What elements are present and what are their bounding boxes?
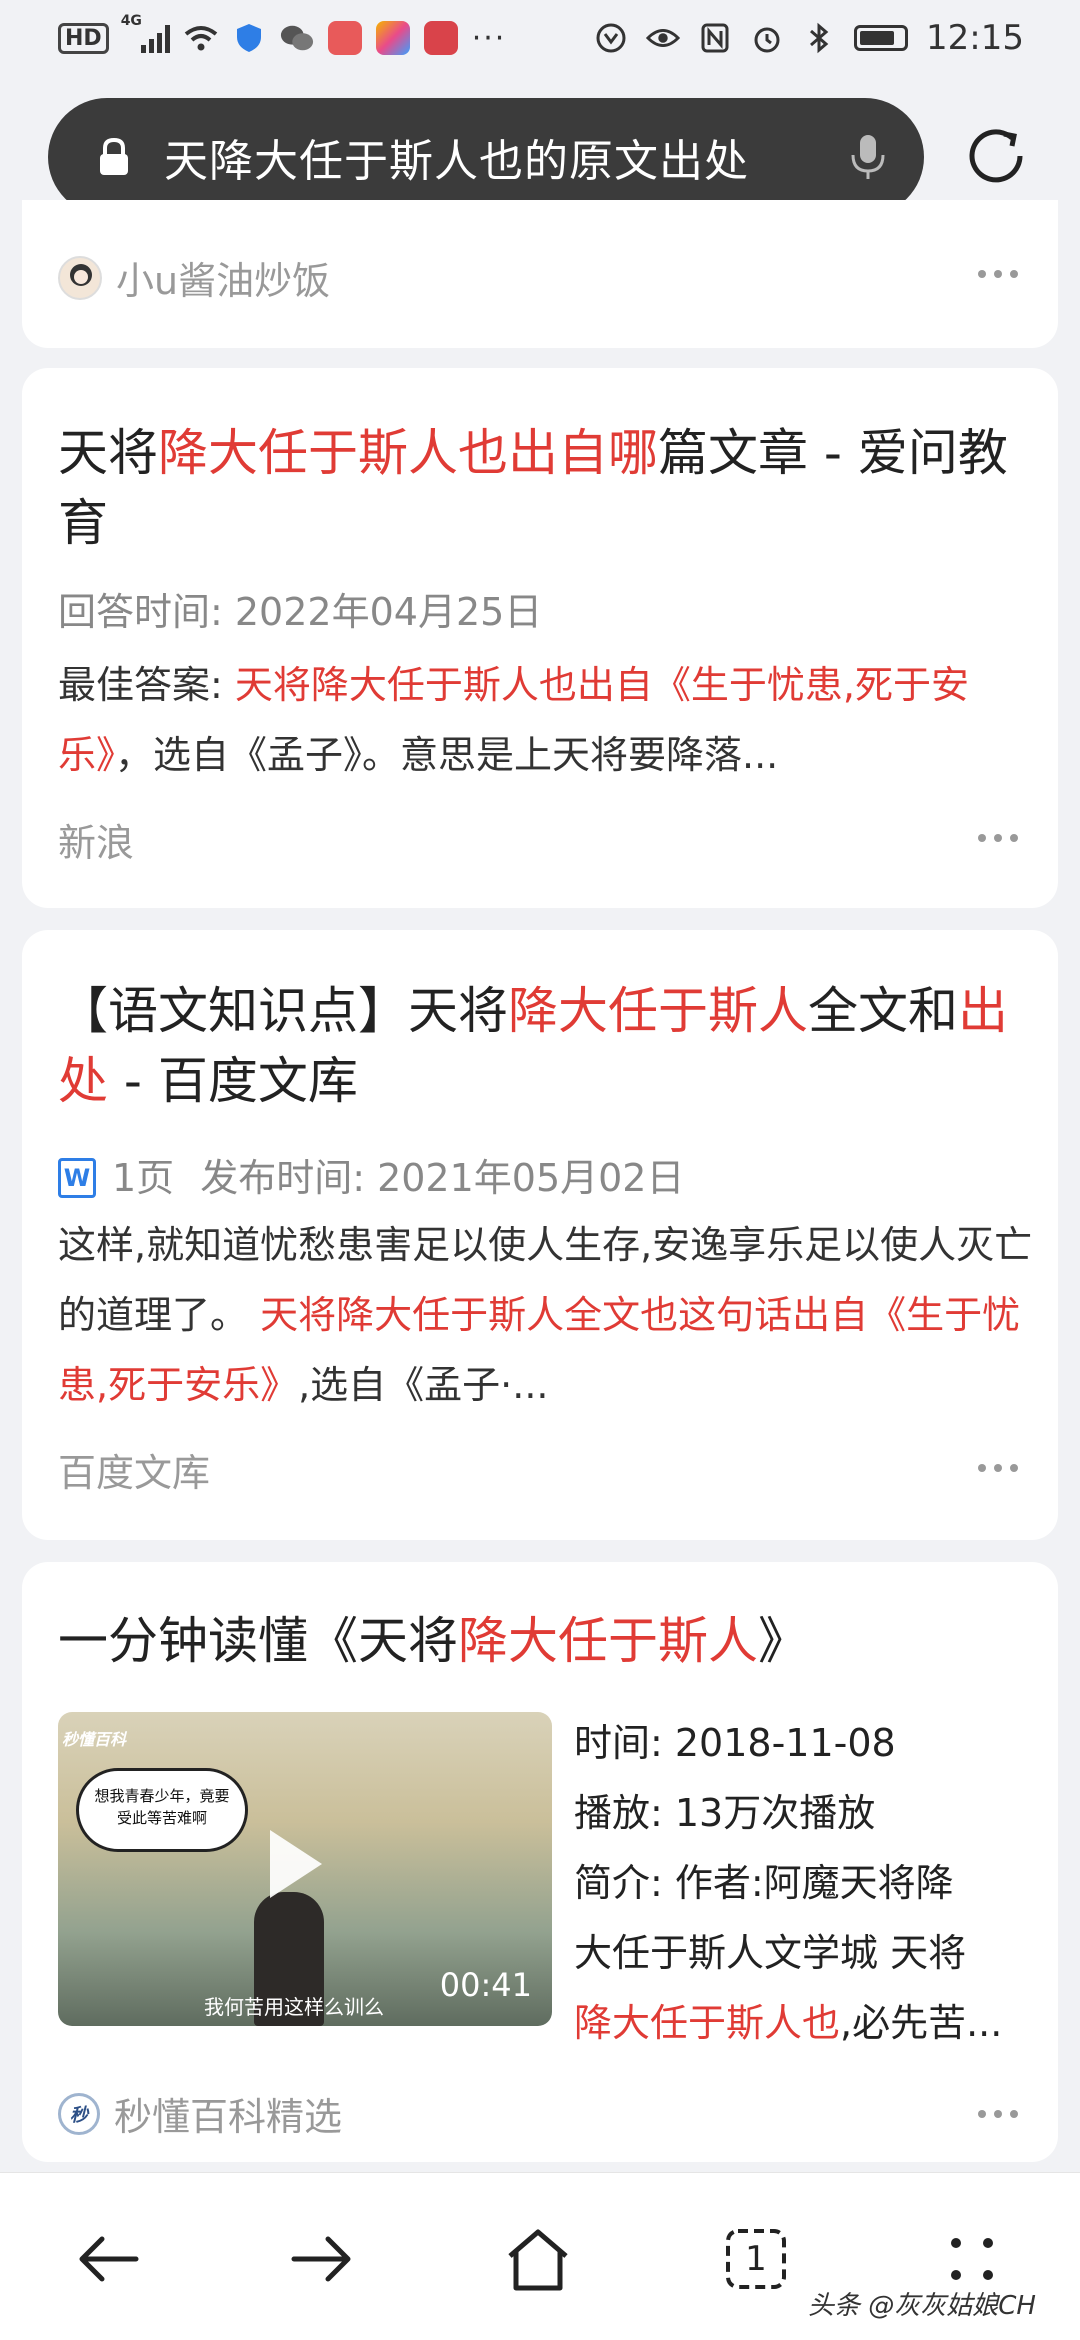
eye-icon: [646, 23, 681, 53]
video-intro-cont: 大任于斯人文学城 天将: [574, 1931, 967, 1975]
nfc-speed-icon: [594, 23, 628, 53]
speech-bubble: 想我青春少年，竟要受此等苦难啊: [76, 1768, 248, 1852]
video-info: 时间: 2018-11-08 播放: 13万次播放 简介: 作者:阿魔天将降 大…: [574, 1708, 1034, 2058]
author-avatar: [58, 255, 102, 300]
result-source[interactable]: 百度文库: [58, 1442, 210, 1497]
clock: 12:15: [926, 18, 1024, 58]
more-options-icon[interactable]: [978, 1464, 1018, 1476]
more-options-icon[interactable]: [978, 834, 1018, 846]
result-source[interactable]: 小u酱油炒饭: [58, 250, 330, 305]
answer-text: ，选自《孟子》。意思是上天将要降落...: [115, 733, 779, 777]
result-card-3[interactable]: 一分钟读懂《天将降大任于斯人》 秒懂百科 想我青春少年，竟要受此等苦难啊 我何苦…: [22, 1562, 1058, 2162]
best-answer-label: 最佳答案:: [58, 663, 235, 707]
signal-icon: 4G: [121, 13, 170, 53]
doc-meta: W 1页 发布时间: 2021年05月02日: [58, 1152, 684, 1204]
shield-icon: [232, 23, 266, 53]
alarm-icon: [750, 23, 784, 53]
result-title[interactable]: 天将降大任于斯人也出自哪篇文章 - 爱问教育: [58, 418, 1018, 558]
best-answer: 最佳答案: 天将降大任于斯人也出自《生于忧患,死于安乐》，选自《孟子》。意思是上…: [58, 650, 1024, 790]
microphone-icon[interactable]: [848, 131, 888, 183]
video-thumbnail[interactable]: 秒懂百科 想我青春少年，竟要受此等苦难啊 我何苦用这样么训么 00:41: [58, 1712, 552, 2026]
title-segment: - 百度文库: [108, 1052, 358, 1110]
intro-highlight: 降大任于斯人也: [574, 2001, 841, 2045]
lock-icon: [96, 137, 132, 177]
search-query[interactable]: 天降大任于斯人也的原文出处: [164, 125, 848, 189]
more-options-icon[interactable]: [978, 270, 1018, 282]
video-subtitle: 我何苦用这样么训么: [204, 1995, 384, 2019]
play-icon[interactable]: [270, 1830, 322, 1898]
video-time: 时间: 2018-11-08: [574, 1721, 896, 1765]
word-doc-icon: W: [58, 1158, 96, 1198]
more-options-icon[interactable]: [978, 2110, 1018, 2122]
search-box[interactable]: 天降大任于斯人也的原文出处: [48, 98, 924, 216]
result-title[interactable]: 【语文知识点】天将降大任于斯人全文和出处 - 百度文库: [58, 976, 1018, 1116]
status-bar: HD 4G ··· 12:15: [0, 0, 1080, 76]
source-badge-icon: 秒: [58, 2092, 100, 2135]
tab-count: 1: [745, 2239, 767, 2279]
bottom-navigation: 1 头条 @灰灰姑娘CH: [0, 2172, 1080, 2340]
watermark: 头条 @灰灰姑娘CH: [808, 2291, 1036, 2321]
refresh-icon[interactable]: [960, 120, 1032, 192]
menu-dots-icon: [951, 2238, 993, 2280]
arrow-left-icon: [79, 2236, 139, 2282]
source-name: 秒懂百科精选: [114, 2095, 343, 2139]
app-icon-red: [327, 21, 362, 55]
app-icon-heart: [423, 21, 458, 55]
wifi-icon: [184, 23, 218, 53]
result-source[interactable]: 新浪: [58, 812, 134, 867]
tabs-button[interactable]: 1: [720, 2223, 792, 2295]
source-name: 小u酱油炒饭: [116, 259, 331, 303]
video-intro-end: 降大任于斯人也,必先苦...: [574, 1988, 1034, 2058]
nfc-icon: [698, 23, 732, 53]
result-title[interactable]: 一分钟读懂《天将降大任于斯人》: [58, 1606, 1038, 1676]
network-type: 4G: [120, 13, 142, 29]
publish-time: 发布时间: 2021年05月02日: [200, 1156, 685, 1200]
back-button[interactable]: [72, 2223, 144, 2295]
result-source[interactable]: 秒 秒懂百科精选: [58, 2086, 342, 2141]
title-segment: 全文和: [808, 982, 958, 1040]
answer-time: 回答时间: 2022年04月25日: [58, 590, 543, 634]
forward-button[interactable]: [286, 2223, 358, 2295]
title-segment: 天将: [58, 424, 158, 482]
source-name: 新浪: [58, 821, 135, 865]
page-count: 1页: [112, 1156, 175, 1200]
video-plays: 播放: 13万次播放: [574, 1791, 876, 1835]
title-segment: 【语文知识点】天将: [58, 982, 508, 1040]
wechat-icon: [280, 23, 314, 53]
battery-icon: [854, 25, 909, 51]
title-segment: 一分钟读懂《天将: [58, 1612, 458, 1670]
result-snippet: 这样,就知道忧愁患害足以使人生存,安逸享乐足以使人灭亡的道理了。 天将降大任于斯…: [58, 1210, 1038, 1420]
more-notifications-icon: ···: [471, 20, 507, 56]
result-card-1[interactable]: 天将降大任于斯人也出自哪篇文章 - 爱问教育 回答时间: 2022年04月25日…: [22, 368, 1058, 908]
home-icon: [508, 2229, 568, 2291]
video-intro: 简介: 作者:阿魔天将降: [574, 1861, 954, 1905]
intro-text: ,必先苦...: [840, 2001, 1003, 2045]
bluetooth-icon: [802, 22, 836, 54]
video-duration: 00:41: [439, 1966, 532, 2004]
title-highlight: 降大任于斯人也出自哪: [158, 424, 658, 482]
title-segment: 》: [758, 1612, 808, 1670]
app-icon-colorful: [375, 21, 410, 55]
hd-label: HD: [58, 22, 109, 54]
title-highlight: 降大任于斯人: [508, 982, 808, 1040]
home-button[interactable]: [502, 2223, 574, 2295]
title-highlight: 降大任于斯人: [458, 1612, 758, 1670]
result-card-2[interactable]: 【语文知识点】天将降大任于斯人全文和出处 - 百度文库 W 1页 发布时间: 2…: [22, 930, 1058, 1540]
snippet-text: ,选自《孟子·...: [298, 1363, 549, 1407]
result-card-0[interactable]: 小u酱油炒饭: [22, 200, 1058, 348]
source-name: 百度文库: [58, 1451, 211, 1495]
arrow-right-icon: [291, 2236, 351, 2282]
video-brand-label: 秒懂百科: [62, 1730, 127, 1749]
